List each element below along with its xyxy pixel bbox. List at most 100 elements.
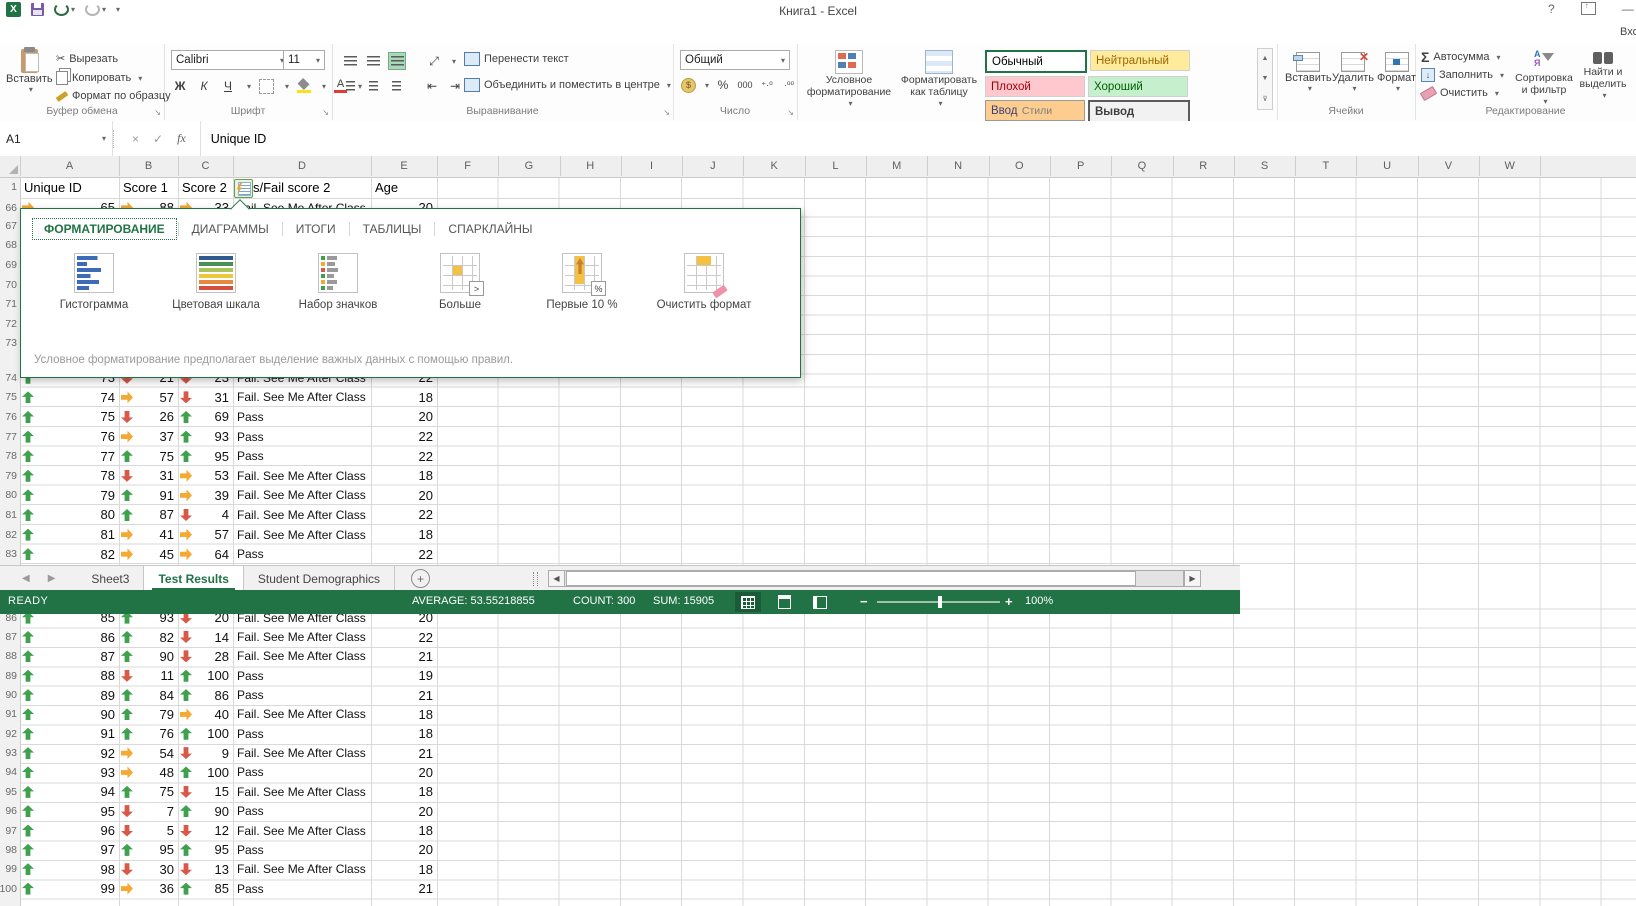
paste-button[interactable]: Вставить▾ (6, 49, 53, 94)
insert-function-icon[interactable]: fx (177, 131, 186, 146)
save-icon[interactable] (31, 3, 44, 16)
cell-E95[interactable]: 18 (371, 782, 437, 801)
cell-D80[interactable]: Fail. See Me After Class (233, 486, 371, 506)
row-header-91[interactable]: 91 (0, 705, 19, 724)
cell-B91[interactable]: 79 (119, 705, 178, 724)
cell-A90[interactable]: 89 (20, 685, 119, 704)
cell-E91[interactable]: 18 (371, 705, 437, 724)
wrap-text-button[interactable]: Перенести текст (464, 52, 569, 66)
row-header-69[interactable]: 69 (0, 255, 19, 275)
cell-C83[interactable]: 64 (178, 544, 233, 564)
row-header-67[interactable]: 67 (0, 216, 19, 236)
sort-filter-button[interactable]: АЯ Сортировка и фильтр▾ (1511, 50, 1577, 108)
fill-button[interactable]: ↓Заполнить▾ (1421, 68, 1504, 82)
cell-A99[interactable]: 98 (20, 860, 119, 879)
cell-D92[interactable]: Pass (233, 724, 371, 743)
gallery-down-icon[interactable]: ▼ (1262, 75, 1269, 82)
column-header-W[interactable]: W (1479, 156, 1541, 176)
cell-E77[interactable]: 22 (371, 427, 437, 447)
column-header-E[interactable]: E (371, 156, 438, 176)
row-header-89[interactable]: 89 (0, 666, 19, 685)
qa-item-clear-format[interactable]: Очистить формат (643, 253, 765, 311)
row-header-83[interactable]: 83 (0, 544, 19, 564)
column-header-V[interactable]: V (1418, 156, 1480, 176)
zoom-in-button[interactable]: + (1005, 594, 1013, 609)
increase-indent-button[interactable]: ⇥ (447, 78, 463, 94)
row-header-66[interactable]: 66 (0, 198, 19, 218)
cell-D81[interactable]: Fail. See Me After Class (233, 505, 371, 525)
cell-C88[interactable]: 28 (178, 647, 233, 666)
increase-decimal-button[interactable]: ⁺·⁰ (759, 77, 775, 93)
cell-C78[interactable]: 95 (178, 446, 233, 466)
zoom-out-button[interactable]: − (860, 594, 868, 609)
cell-E96[interactable]: 20 (371, 802, 437, 821)
cell-A75[interactable]: 74 (20, 388, 119, 408)
clipboard-dialog-launcher-icon[interactable]: ↘ (154, 108, 161, 117)
orientation-button[interactable]: ⤢ (426, 53, 442, 69)
row-header-99[interactable]: 99 (0, 860, 19, 879)
help-button[interactable]: ? (1548, 2, 1555, 16)
minimize-button[interactable]: — (1622, 2, 1634, 16)
cell-D82[interactable]: Fail. See Me After Class (233, 525, 371, 545)
grid-row-83[interactable]: 82 45 64 Pass 22 (20, 544, 437, 564)
row-header-71[interactable]: 71 (0, 295, 19, 315)
column-header-F[interactable]: F (437, 156, 499, 176)
style-bad[interactable]: Плохой (985, 76, 1085, 97)
cell-C87[interactable]: 14 (178, 627, 233, 646)
row-header-100[interactable]: 100 (0, 879, 19, 898)
underline-dropdown-icon[interactable]: ▾ (247, 82, 251, 91)
qa-tab-formatting[interactable]: ФОРМАТИРОВАНИЕ (33, 219, 176, 239)
row-header-79[interactable]: 79 (0, 466, 19, 486)
prev-sheet-icon[interactable]: ◀ (22, 573, 30, 584)
undo-button[interactable]: ▾ (54, 3, 75, 16)
add-sheet-button[interactable]: + (411, 569, 430, 588)
cell-E100[interactable]: 21 (371, 879, 437, 898)
italic-button[interactable]: К (196, 78, 212, 94)
cell-A98[interactable]: 97 (20, 840, 119, 859)
grid-row-95[interactable]: 94 75 15 Fail. See Me After Class 18 (20, 782, 437, 801)
sheet-tab-test-results[interactable]: Test Results (144, 566, 243, 591)
cell-C89[interactable]: 100 (178, 666, 233, 685)
row-header-87[interactable]: 87 (0, 627, 19, 646)
underline-button[interactable]: Ч (220, 78, 236, 94)
borders-icon[interactable] (259, 79, 274, 94)
align-top-button[interactable] (342, 53, 358, 69)
horizontal-scrollbar[interactable]: ◀ ▶ (533, 570, 1201, 587)
cell-D100[interactable]: Pass (233, 879, 371, 898)
percent-style-button[interactable]: % (715, 77, 731, 93)
cell-A79[interactable]: 78 (20, 466, 119, 486)
cell-B99[interactable]: 30 (119, 860, 178, 879)
grid-row-98[interactable]: 97 95 95 Pass 20 (20, 840, 437, 859)
row-header-96[interactable]: 96 (0, 802, 19, 821)
conditional-formatting-button[interactable]: Условное форматирование▾ (805, 50, 893, 110)
column-header-O[interactable]: O (989, 156, 1051, 176)
qa-item-data-bars[interactable]: Гистограмма (33, 253, 155, 311)
cell-C93[interactable]: 9 (178, 743, 233, 762)
cell-A88[interactable]: 87 (20, 647, 119, 666)
column-header-S[interactable]: S (1234, 156, 1296, 176)
column-header-K[interactable]: K (744, 156, 806, 176)
grid-row-89[interactable]: 88 11 100 Pass 19 (20, 666, 437, 685)
cell-A92[interactable]: 91 (20, 724, 119, 743)
column-header-I[interactable]: I (621, 156, 683, 176)
borders-dropdown-icon[interactable]: ▾ (285, 82, 289, 91)
formula-input[interactable]: Unique ID (201, 121, 277, 156)
grid-row-76[interactable]: 75 26 69 Pass 20 (20, 407, 437, 427)
grid-row-80[interactable]: 79 91 39 Fail. See Me After Class 20 (20, 486, 437, 506)
cell-A87[interactable]: 86 (20, 627, 119, 646)
align-middle-button[interactable] (365, 53, 381, 69)
merge-dropdown-icon[interactable]: ▾ (667, 81, 671, 90)
scrollbar-track[interactable] (565, 570, 1184, 587)
cell-E81[interactable]: 22 (371, 505, 437, 525)
cell-C99[interactable]: 13 (178, 860, 233, 879)
sheet-tab-sheet3[interactable]: Sheet3 (77, 566, 144, 591)
cell-D79[interactable]: Fail. See Me After Class (233, 466, 371, 486)
cell-E80[interactable]: 20 (371, 486, 437, 506)
row-header-97[interactable]: 97 (0, 821, 19, 840)
accounting-format-icon[interactable]: $ (681, 78, 696, 93)
enter-icon[interactable]: ✓ (153, 132, 163, 146)
cell-C82[interactable]: 57 (178, 525, 233, 545)
cancel-icon[interactable]: × (132, 132, 139, 146)
cell-C92[interactable]: 100 (178, 724, 233, 743)
cell-A82[interactable]: 81 (20, 525, 119, 545)
